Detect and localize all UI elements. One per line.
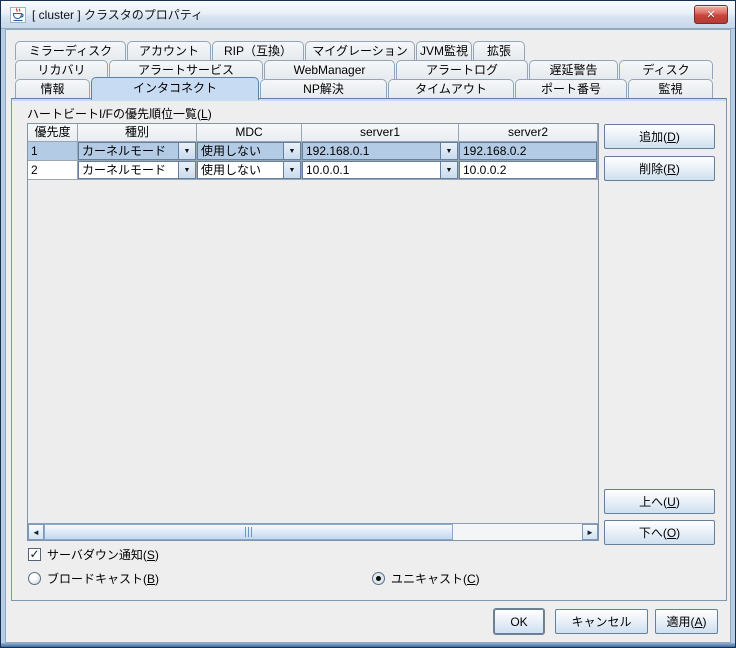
server1-combobox[interactable]: 10.0.0.1 ▼	[302, 161, 458, 179]
combo-value: カーネルモード	[79, 162, 178, 178]
tab-alert-log[interactable]: アラートログ	[396, 60, 528, 79]
interconnect-panel: ハートビートI/Fの優先順位一覧(L) 優先度 種別 MDC server1 s…	[11, 98, 727, 601]
type-combobox[interactable]: カーネルモード ▼	[78, 161, 196, 179]
cell-server1: 192.168.0.1 ▼	[302, 142, 459, 161]
scrollbar-thumb[interactable]	[44, 524, 453, 540]
move-down-button[interactable]: 下へ(O)	[604, 520, 715, 545]
server-down-notify-checkbox[interactable]: ✓ サーバダウン通知(S)	[28, 546, 159, 563]
combo-value: 10.0.0.1	[303, 162, 440, 178]
cell-mdc: 使用しない ▼	[197, 161, 302, 180]
cell-type: カーネルモード ▼	[78, 142, 197, 161]
scrollbar-grip-icon	[245, 527, 253, 537]
check-icon: ✓	[29, 548, 39, 560]
heartbeat-list-label: ハートビートI/Fの優先順位一覧(L)	[27, 105, 212, 122]
checkbox-label: サーバダウン通知(S)	[47, 546, 159, 563]
col-header-type[interactable]: 種別	[78, 124, 197, 142]
server2-field[interactable]: 10.0.0.2	[459, 161, 597, 179]
chevron-down-icon[interactable]: ▼	[440, 162, 457, 178]
close-button[interactable]: ✕	[694, 5, 728, 24]
tab-timeout[interactable]: タイムアウト	[388, 79, 514, 98]
radio-label: ユニキャスト(C)	[391, 570, 480, 587]
tab-mirror-disk[interactable]: ミラーディスク	[15, 41, 126, 60]
broadcast-radio[interactable]: ブロードキャスト(B)	[28, 570, 159, 587]
combo-value: 192.168.0.1	[303, 143, 440, 159]
tab-extension[interactable]: 拡張	[473, 41, 525, 60]
scroll-left-button[interactable]: ◄	[28, 524, 44, 540]
tab-account[interactable]: アカウント	[127, 41, 211, 60]
scroll-right-icon: ►	[586, 528, 594, 537]
table-row[interactable]: 1 カーネルモード ▼ 使用しない ▼	[28, 142, 598, 161]
tab-disk[interactable]: ディスク	[619, 60, 713, 79]
table-row[interactable]: 2 カーネルモード ▼ 使用しない ▼	[28, 161, 598, 180]
cell-server1: 10.0.0.1 ▼	[302, 161, 459, 180]
tab-info[interactable]: 情報	[15, 79, 90, 98]
horizontal-scrollbar[interactable]: ◄ ►	[28, 523, 598, 540]
combo-value: 使用しない	[198, 162, 283, 178]
dialog-body: ミラーディスク アカウント RIP（互換） マイグレーション JVM監視 拡張 …	[5, 29, 731, 643]
cancel-button[interactable]: キャンセル	[555, 609, 648, 634]
heartbeat-table: 優先度 種別 MDC server1 server2 1 カーネルモード ▼	[27, 123, 599, 541]
checkbox-box[interactable]: ✓	[28, 548, 41, 561]
server2-field[interactable]: 192.168.0.2	[459, 142, 597, 160]
chevron-down-icon[interactable]: ▼	[178, 143, 195, 159]
close-icon: ✕	[706, 8, 715, 21]
chevron-down-icon[interactable]: ▼	[283, 143, 300, 159]
mdc-combobox[interactable]: 使用しない ▼	[197, 161, 301, 179]
scroll-right-button[interactable]: ►	[582, 524, 598, 540]
remove-button[interactable]: 削除(R)	[604, 156, 715, 181]
tab-rip-compat[interactable]: RIP（互換）	[212, 41, 304, 60]
apply-button[interactable]: 適用(A)	[655, 609, 718, 634]
titlebar[interactable]: [ cluster ] クラスタのプロパティ ✕	[1, 1, 735, 29]
server1-combobox[interactable]: 192.168.0.1 ▼	[302, 142, 458, 160]
chevron-down-icon[interactable]: ▼	[283, 162, 300, 178]
chevron-down-icon[interactable]: ▼	[440, 143, 457, 159]
radio-circle-icon[interactable]	[28, 572, 41, 585]
col-header-priority[interactable]: 優先度	[28, 124, 78, 142]
radio-label: ブロードキャスト(B)	[47, 570, 159, 587]
chevron-down-icon[interactable]: ▼	[178, 162, 195, 178]
mdc-combobox[interactable]: 使用しない ▼	[197, 142, 301, 160]
add-button[interactable]: 追加(D)	[604, 124, 715, 149]
type-combobox[interactable]: カーネルモード ▼	[78, 142, 196, 160]
tab-np-resolution[interactable]: NP解決	[260, 79, 387, 98]
cell-mdc: 使用しない ▼	[197, 142, 302, 161]
col-header-server1[interactable]: server1	[302, 124, 459, 142]
cell-server2: 192.168.0.2	[459, 142, 598, 161]
window-title: [ cluster ] クラスタのプロパティ	[32, 6, 203, 23]
java-app-icon	[10, 7, 26, 23]
unicast-radio[interactable]: ユニキャスト(C)	[372, 570, 480, 587]
window-frame-bottom	[1, 643, 735, 647]
scrollbar-track[interactable]	[44, 524, 582, 540]
cluster-properties-dialog: [ cluster ] クラスタのプロパティ ✕ ミラーディスク アカウント R…	[0, 0, 736, 648]
col-header-server2[interactable]: server2	[459, 124, 598, 142]
cell-priority[interactable]: 2	[28, 161, 78, 180]
cell-type: カーネルモード ▼	[78, 161, 197, 180]
cell-server2: 10.0.0.2	[459, 161, 598, 180]
ok-button[interactable]: OK	[494, 609, 544, 634]
tab-migration[interactable]: マイグレーション	[305, 41, 415, 60]
tab-monitor[interactable]: 監視	[628, 79, 713, 98]
tab-delay-warning[interactable]: 遅延警告	[529, 60, 618, 79]
move-up-button[interactable]: 上へ(U)	[604, 489, 715, 514]
radio-circle-icon[interactable]	[372, 572, 385, 585]
combo-value: カーネルモード	[79, 143, 178, 159]
tab-interconnect[interactable]: インタコネクト	[91, 77, 259, 100]
combo-value: 使用しない	[198, 143, 283, 159]
cell-priority[interactable]: 1	[28, 142, 78, 161]
col-header-mdc[interactable]: MDC	[197, 124, 302, 142]
tab-webmanager[interactable]: WebManager	[264, 60, 395, 79]
tab-row-3: 情報 インタコネクト NP解決 タイムアウト ポート番号 監視	[15, 79, 713, 98]
tab-port-number[interactable]: ポート番号	[515, 79, 627, 98]
table-header-row: 優先度 種別 MDC server1 server2	[28, 124, 598, 142]
tab-row-1: ミラーディスク アカウント RIP（互換） マイグレーション JVM監視 拡張	[15, 41, 525, 60]
scroll-left-icon: ◄	[32, 528, 40, 537]
tab-jvm-monitor[interactable]: JVM監視	[416, 41, 472, 60]
